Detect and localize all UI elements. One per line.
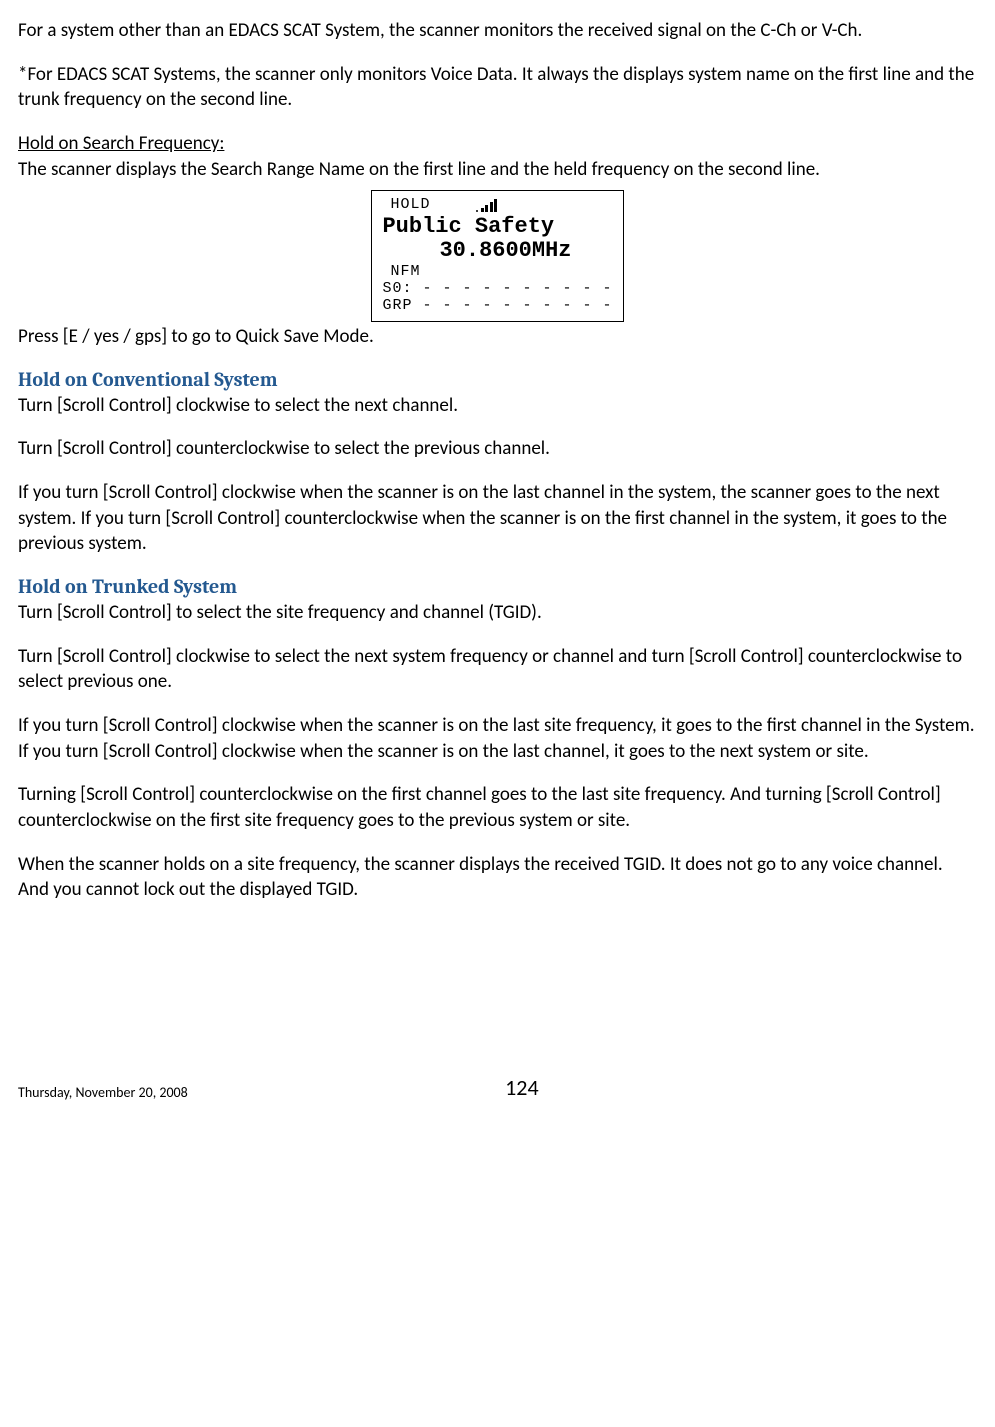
display-line-freq: 30.8600MHz: [382, 240, 612, 262]
conv-p2: Turn [Scroll Control] counterclockwise t…: [18, 436, 977, 462]
paragraph-edacs-other: For a system other than an EDACS SCAT Sy…: [18, 18, 977, 44]
footer-page-number: 124: [68, 1073, 976, 1103]
trunk-p3: If you turn [Scroll Control] clockwise w…: [18, 713, 977, 764]
display-grp: GRP - - - - - - - - - -: [382, 298, 612, 313]
trunk-p2: Turn [Scroll Control] clockwise to selec…: [18, 644, 977, 695]
paragraph-edacs-scat: *For EDACS SCAT Systems, the scanner onl…: [18, 62, 977, 113]
conv-p3: If you turn [Scroll Control] clockwise w…: [18, 480, 977, 557]
display-s0: S0: - - - - - - - - - -: [382, 281, 612, 296]
lcd-display: HOLD Public Safety 30.8600MHz NFM S0: - …: [371, 190, 623, 322]
heading-trunked: Hold on Trunked System: [18, 575, 977, 599]
display-hold-label: HOLD: [390, 197, 430, 212]
display-mode: NFM: [390, 264, 612, 279]
trunk-p5: When the scanner holds on a site frequen…: [18, 852, 977, 903]
hold-search-desc: The scanner displays the Search Range Na…: [18, 158, 820, 181]
signal-bars-icon: [476, 198, 497, 212]
display-line-name: Public Safety: [382, 216, 612, 238]
conv-p1: Turn [Scroll Control] clockwise to selec…: [18, 393, 977, 419]
trunk-p4: Turning [Scroll Control] counterclockwis…: [18, 782, 977, 833]
press-e-instruction: Press [E / yes / gps] to go to Quick Sav…: [18, 324, 977, 350]
page-footer: Thursday, November 20, 2008 124: [18, 1073, 977, 1103]
trunk-p1: Turn [Scroll Control] to select the site…: [18, 600, 977, 626]
hold-search-label: Hold on Search Frequency:: [18, 132, 224, 155]
heading-conventional: Hold on Conventional System: [18, 368, 977, 392]
